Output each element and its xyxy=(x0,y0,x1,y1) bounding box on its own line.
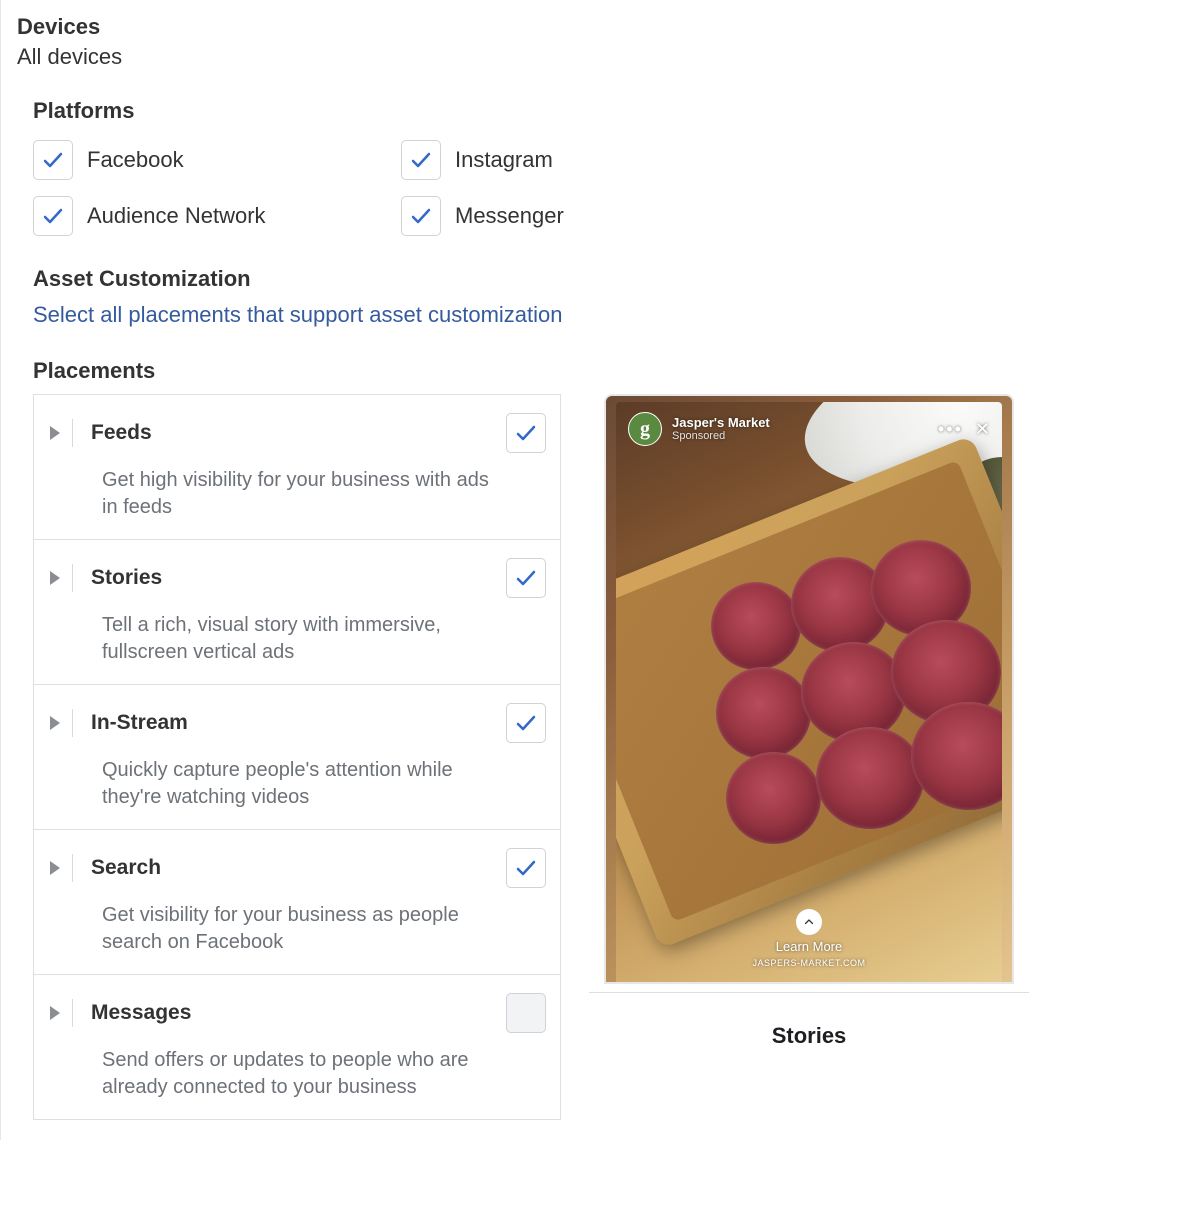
sponsored-label: Sponsored xyxy=(672,430,928,442)
check-icon xyxy=(41,148,65,172)
placement-messages-title: Messages xyxy=(91,1001,506,1025)
platform-audience-network-label: Audience Network xyxy=(87,203,266,229)
divider xyxy=(72,709,73,737)
more-icon[interactable]: ••• xyxy=(938,419,963,440)
platform-facebook: Facebook xyxy=(33,140,401,180)
site-label: JASPERS-MARKET.COM xyxy=(752,958,865,968)
platform-facebook-label: Facebook xyxy=(87,147,184,173)
phone-frame: g Jasper's Market Sponsored ••• ✕ xyxy=(604,394,1014,984)
placement-in-stream: In-Stream Quickly capture people's atten… xyxy=(34,685,560,830)
divider xyxy=(72,854,73,882)
divider xyxy=(72,419,73,447)
platform-messenger: Messenger xyxy=(401,196,1174,236)
placement-stories: Stories Tell a rich, visual story with i… xyxy=(34,540,560,685)
placement-preview: g Jasper's Market Sponsored ••• ✕ xyxy=(589,394,1029,1120)
placement-feeds-checkbox[interactable] xyxy=(506,413,546,453)
placement-search-checkbox[interactable] xyxy=(506,848,546,888)
platform-audience-network-checkbox[interactable] xyxy=(33,196,73,236)
placement-search: Search Get visibility for your business … xyxy=(34,830,560,975)
check-icon xyxy=(41,204,65,228)
asset-customization-heading: Asset Customization xyxy=(33,266,1174,292)
preview-label: Stories xyxy=(589,993,1029,1059)
placements-list: Feeds Get high visibility for your busin… xyxy=(33,394,561,1120)
devices-heading: Devices xyxy=(17,14,1174,40)
placement-stories-checkbox[interactable] xyxy=(506,558,546,598)
platform-instagram-checkbox[interactable] xyxy=(401,140,441,180)
placement-stories-title: Stories xyxy=(91,566,506,590)
check-icon xyxy=(514,421,538,445)
advertiser-avatar: g xyxy=(628,412,662,446)
placement-messages-desc: Send offers or updates to people who are… xyxy=(102,1047,546,1101)
caret-right-icon[interactable] xyxy=(50,861,60,875)
caret-right-icon[interactable] xyxy=(50,426,60,440)
caret-right-icon[interactable] xyxy=(50,571,60,585)
placement-in-stream-checkbox[interactable] xyxy=(506,703,546,743)
platforms-heading: Platforms xyxy=(33,98,1174,124)
platform-messenger-checkbox[interactable] xyxy=(401,196,441,236)
caret-right-icon[interactable] xyxy=(50,1006,60,1020)
placement-messages-checkbox[interactable] xyxy=(506,993,546,1033)
check-icon xyxy=(514,856,538,880)
placement-search-desc: Get visibility for your business as peop… xyxy=(102,902,546,956)
check-icon xyxy=(514,711,538,735)
advertiser-name: Jasper's Market xyxy=(672,416,928,430)
platform-facebook-checkbox[interactable] xyxy=(33,140,73,180)
cta-label[interactable]: Learn More xyxy=(776,939,842,954)
placement-feeds-desc: Get high visibility for your business wi… xyxy=(102,467,546,521)
divider xyxy=(72,564,73,592)
placement-search-title: Search xyxy=(91,856,506,880)
platform-instagram-label: Instagram xyxy=(455,147,553,173)
placement-in-stream-desc: Quickly capture people's attention while… xyxy=(102,757,546,811)
devices-value: All devices xyxy=(17,44,1174,70)
platform-messenger-label: Messenger xyxy=(455,203,564,229)
divider xyxy=(72,999,73,1027)
chevron-up-icon[interactable] xyxy=(796,909,822,935)
placement-in-stream-title: In-Stream xyxy=(91,711,506,735)
check-icon xyxy=(514,566,538,590)
check-icon xyxy=(409,148,433,172)
platform-audience-network: Audience Network xyxy=(33,196,401,236)
placement-messages: Messages Send offers or updates to peopl… xyxy=(34,975,560,1119)
story-image: g Jasper's Market Sponsored ••• ✕ xyxy=(616,402,1002,982)
close-icon[interactable]: ✕ xyxy=(975,419,990,440)
check-icon xyxy=(409,204,433,228)
asset-customization-link[interactable]: Select all placements that support asset… xyxy=(33,302,563,328)
placement-feeds-title: Feeds xyxy=(91,421,506,445)
placement-feeds: Feeds Get high visibility for your busin… xyxy=(34,395,560,540)
placements-heading: Placements xyxy=(33,358,1174,384)
caret-right-icon[interactable] xyxy=(50,716,60,730)
placement-stories-desc: Tell a rich, visual story with immersive… xyxy=(102,612,546,666)
platform-instagram: Instagram xyxy=(401,140,1174,180)
